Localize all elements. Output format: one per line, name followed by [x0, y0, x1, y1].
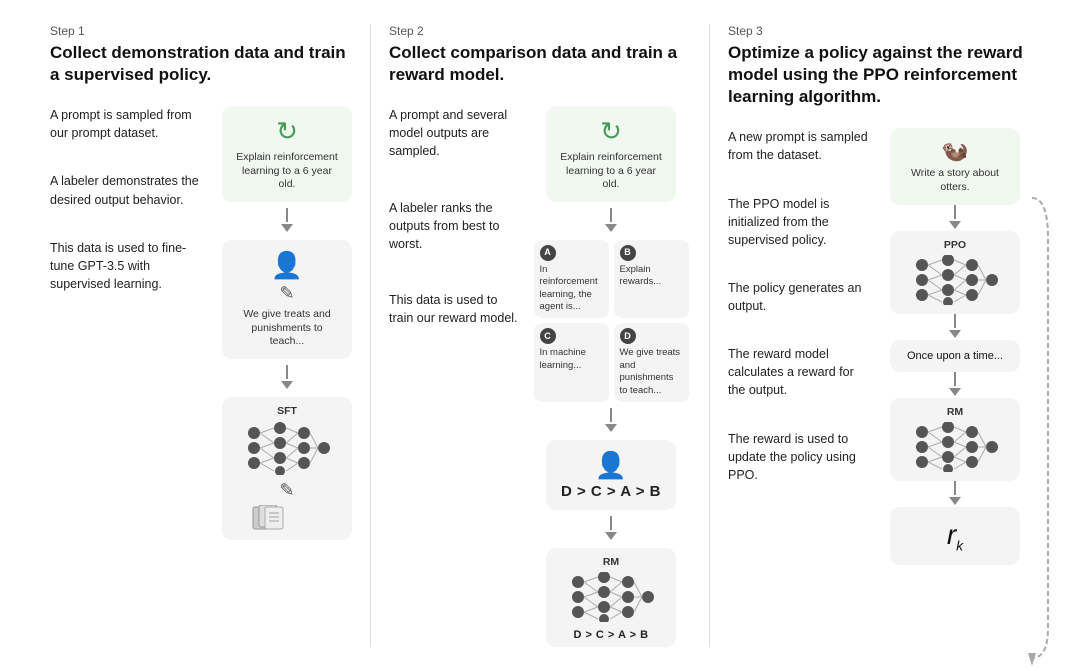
step1-body: A prompt is sampled from our prompt data… [50, 106, 352, 540]
step3-descriptions: A new prompt is sampled from the dataset… [728, 128, 868, 565]
step2-arrow1 [605, 208, 617, 234]
rotate-icon2: ↻ [558, 116, 664, 147]
step2: Step 2 Collect comparison data and train… [371, 24, 710, 647]
step2-title: Collect comparison data and train a rewa… [389, 42, 691, 86]
step2-body: A prompt and several model outputs are s… [389, 106, 691, 647]
step2-desc1: A prompt and several model outputs are s… [389, 106, 519, 198]
step2-label: Step 2 [389, 24, 691, 38]
step3-output-card: Once upon a time... [890, 340, 1020, 372]
step3-arrow4 [949, 481, 961, 507]
pencil-icon: ✎ [234, 283, 340, 304]
step1-desc3: This data is used to fine-tune GPT-3.5 w… [50, 239, 210, 293]
step3-desc5: The reward is used to update the policy … [728, 430, 868, 484]
step3-desc4: The reward model calculates a reward for… [728, 345, 868, 429]
output-B: B Explain rewards... [614, 240, 689, 318]
step2-rm-card: RM [546, 548, 676, 647]
step2-desc2: A labeler ranks the outputs from best to… [389, 199, 519, 291]
step3-arrow1 [949, 205, 961, 231]
step3-prompt-card: 🦦 Write a story about otters. [890, 128, 1020, 204]
feedback-arrow [1024, 188, 1052, 668]
step3-label: Step 3 [728, 24, 1030, 38]
otter-icon: 🦦 [902, 138, 1008, 164]
step3-ppo-card: PPO [890, 231, 1020, 314]
step2-outputs-grid: A In reinforcement learning, the agent i… [534, 240, 689, 402]
step1-desc1: A prompt is sampled from our prompt data… [50, 106, 210, 172]
docs-icon [234, 505, 340, 534]
step3: Step 3 Optimize a policy against the rew… [710, 24, 1048, 647]
step1-title: Collect demonstration data and train a s… [50, 42, 352, 86]
step2-prompt-card: ↻ Explain reinforcement learning to a 6 … [546, 106, 676, 202]
output-A: A In reinforcement learning, the agent i… [534, 240, 609, 318]
person-icon2: 👤 [560, 450, 662, 481]
step3-rm-card: RM [890, 398, 1020, 481]
step3-desc1: A new prompt is sampled from the dataset… [728, 128, 868, 194]
step1-arrow2 [281, 365, 293, 391]
step3-visuals: 🦦 Write a story about otters. PPO [880, 128, 1030, 565]
step2-labeler-card: 👤 D > C > A > B [546, 440, 676, 510]
person-icon: 👤 [234, 250, 340, 281]
sft-neural-net [242, 421, 332, 475]
output-D: D We give treats and punishments to teac… [614, 323, 689, 401]
step3-arrow2 [949, 314, 961, 340]
step1-label: Step 1 [50, 24, 352, 38]
rotate-icon: ↻ [234, 116, 340, 147]
reward-label: rk [902, 519, 1008, 554]
step3-desc2: The PPO model is initialized from the su… [728, 195, 868, 279]
step1-arrow1 [281, 208, 293, 234]
step2-arrow2 [605, 408, 617, 434]
step2-descriptions: A prompt and several model outputs are s… [389, 106, 519, 327]
step1: Step 1 Collect demonstration data and tr… [32, 24, 371, 647]
step2-arrow3 [605, 516, 617, 542]
step1-desc2: A labeler demonstrates the desired outpu… [50, 172, 210, 238]
step3-reward-card: rk [890, 507, 1020, 566]
output-C: C In machine learning... [534, 323, 609, 401]
step1-descriptions: A prompt is sampled from our prompt data… [50, 106, 210, 293]
step1-visuals: ↻ Explain reinforcement learning to a 6 … [222, 106, 352, 540]
step3-arrow3 [949, 372, 961, 398]
rm-neural-net [566, 572, 656, 622]
step1-sft-card: SFT [222, 397, 352, 540]
step2-visuals: ↻ Explain reinforcement learning to a 6 … [531, 106, 691, 647]
step3-body: A new prompt is sampled from the dataset… [728, 128, 1030, 565]
rm2-neural-net [910, 422, 1000, 472]
step3-title: Optimize a policy against the reward mod… [728, 42, 1030, 108]
step1-prompt-card: ↻ Explain reinforcement learning to a 6 … [222, 106, 352, 202]
step1-labeler-card: 👤 ✎ We give treats and punishments to te… [222, 240, 352, 359]
step2-desc3: This data is used to train our reward mo… [389, 291, 519, 327]
ppo-neural-net [910, 255, 1000, 305]
steps-container: Step 1 Collect demonstration data and tr… [32, 24, 1048, 647]
step3-desc3: The policy generates an output. [728, 279, 868, 345]
pencil-icon2: ✎ [234, 480, 340, 501]
